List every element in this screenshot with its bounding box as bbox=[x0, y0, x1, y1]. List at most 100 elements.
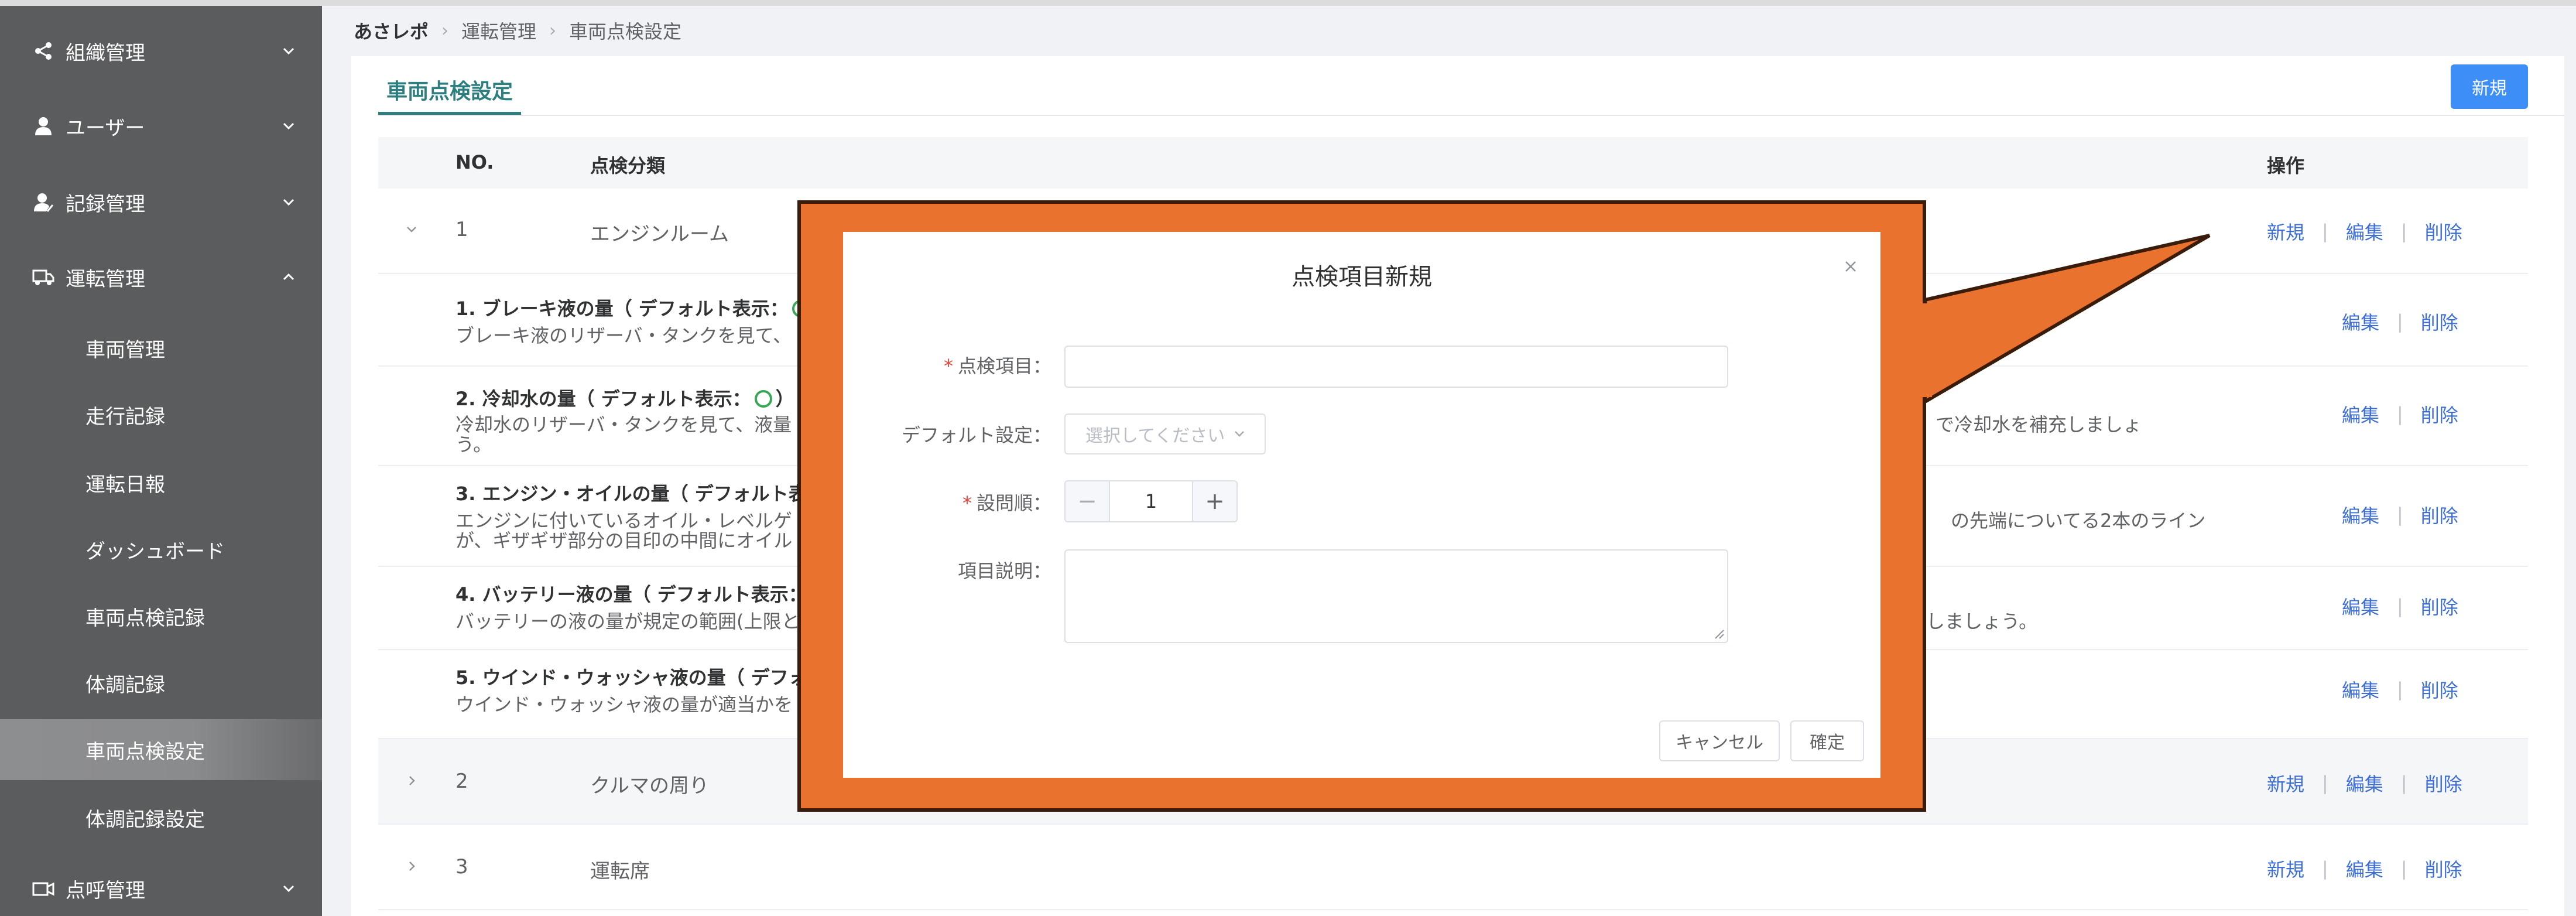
sidebar-group-label: ユーザー bbox=[66, 116, 145, 140]
chevron-right-icon[interactable] bbox=[402, 771, 422, 791]
chevron-down-icon bbox=[279, 41, 299, 61]
sidebar-item-driving-records[interactable]: 走行記録 bbox=[0, 384, 322, 445]
row-actions: 新規 | 編集 | 削除 bbox=[2267, 218, 2462, 245]
breadcrumb-item[interactable]: 運転管理 bbox=[461, 17, 536, 44]
decrement-button[interactable]: − bbox=[1066, 481, 1110, 521]
item-description-tail: で冷却水を補充しましょ bbox=[1936, 413, 2142, 436]
edit-link[interactable]: 編集 bbox=[2342, 676, 2379, 703]
sidebar-group-label: 組織管理 bbox=[66, 41, 145, 65]
item-description-tail: 意しましょう。 bbox=[1907, 610, 2038, 633]
chevron-down-icon bbox=[279, 116, 299, 136]
sidebar-item-daily-report[interactable]: 運転日報 bbox=[0, 452, 322, 513]
default-setting-select[interactable]: 選択してください bbox=[1064, 413, 1266, 454]
item-title-end: ） bbox=[775, 388, 794, 410]
chevron-down-icon bbox=[1231, 425, 1248, 443]
chevron-down-icon[interactable] bbox=[402, 219, 422, 239]
order-value[interactable]: 1 bbox=[1110, 481, 1192, 521]
table-header: NO. 点検分類 操作 bbox=[378, 137, 2528, 189]
sidebar-item-vehicle-inspection-settings[interactable]: 車両点検設定 bbox=[0, 719, 322, 780]
delete-link[interactable]: 削除 bbox=[2425, 855, 2462, 882]
row-no: 3 bbox=[455, 855, 468, 879]
edit-link[interactable]: 編集 bbox=[2342, 501, 2379, 528]
delete-link[interactable]: 削除 bbox=[2421, 676, 2458, 703]
sidebar-item-dashboard[interactable]: ダッシュボード bbox=[0, 519, 322, 580]
breadcrumb-home[interactable]: あさレポ bbox=[354, 17, 429, 44]
item-description-tail: の先端についてる2本のライン bbox=[1951, 510, 2206, 532]
edit-link[interactable]: 編集 bbox=[2342, 593, 2379, 620]
item-description: エンジンに付いているオイル・レベルゲ bbox=[455, 510, 793, 532]
sidebar-group-driving[interactable]: 運転管理 bbox=[0, 251, 322, 303]
chevron-down-icon bbox=[279, 879, 299, 898]
breadcrumb: あさレポ › 運転管理 › 車両点検設定 bbox=[354, 18, 681, 43]
confirm-button[interactable]: 確定 bbox=[1790, 720, 1864, 761]
item-title: 1. ブレーキ液の量（ デフォルト表示： bbox=[455, 294, 813, 321]
item-description-line2: う。 bbox=[455, 433, 492, 456]
sidebar-group-label: 記録管理 bbox=[66, 192, 145, 216]
item-field-label-text: 点検項目： bbox=[957, 355, 1051, 377]
dialog-title: 点検項目新規 bbox=[1292, 264, 1432, 290]
sidebar-item-health-records[interactable]: 体調記録 bbox=[0, 652, 322, 713]
item-description: バッテリーの液の量が規定の範囲(上限と bbox=[455, 610, 800, 633]
item-title-text: 1. ブレーキ液の量（ デフォルト表示： bbox=[455, 298, 789, 320]
user-icon bbox=[32, 114, 55, 138]
row-category: 運転席 bbox=[590, 860, 650, 883]
chevron-up-icon bbox=[279, 267, 299, 287]
action-separator: | bbox=[2322, 857, 2328, 880]
sidebar-group-label: 点呼管理 bbox=[66, 879, 145, 903]
row-actions: 編集 | 削除 bbox=[2342, 501, 2458, 528]
new-item-link[interactable]: 新規 bbox=[2267, 218, 2304, 245]
new-item-link[interactable]: 新規 bbox=[2267, 770, 2304, 797]
delete-link[interactable]: 削除 bbox=[2421, 501, 2458, 528]
action-separator: | bbox=[2397, 678, 2403, 700]
row-category: エンジンルーム bbox=[590, 223, 729, 246]
row-actions: 新規 | 編集 | 削除 bbox=[2267, 770, 2462, 797]
sidebar-group-rollcall[interactable]: 点呼管理 bbox=[0, 862, 322, 915]
required-mark: * bbox=[962, 492, 972, 514]
user-edit-icon bbox=[32, 190, 55, 214]
edit-link[interactable]: 編集 bbox=[2342, 401, 2379, 428]
action-separator: | bbox=[2322, 220, 2328, 242]
description-textarea[interactable] bbox=[1064, 549, 1728, 643]
sidebar-item-health-record-settings[interactable]: 体調記録設定 bbox=[0, 787, 322, 848]
resize-grip-icon[interactable] bbox=[1712, 627, 1725, 640]
item-title: 5. ウインド・ウォッシャ液の量（ デフォ bbox=[455, 667, 807, 689]
increment-button[interactable]: + bbox=[1192, 481, 1236, 521]
delete-link[interactable]: 削除 bbox=[2421, 308, 2458, 335]
item-description: ウインド・ウォッシャ液の量が適当かを bbox=[455, 693, 793, 716]
new-inspection-item-dialog: 点検項目新規 * 点検項目： デフォルト設定： 選択してください * 設問順： − … bbox=[843, 232, 1880, 778]
delete-link[interactable]: 削除 bbox=[2425, 770, 2462, 797]
default-setting-label: デフォルト設定： bbox=[901, 424, 1051, 446]
sidebar-item-vehicle-management[interactable]: 車両管理 bbox=[0, 317, 322, 378]
close-icon[interactable] bbox=[1841, 257, 1861, 276]
cancel-button[interactable]: キャンセル bbox=[1659, 720, 1780, 761]
share-icon bbox=[32, 39, 55, 63]
delete-link[interactable]: 削除 bbox=[2425, 218, 2462, 245]
new-category-button[interactable]: 新規 bbox=[2451, 64, 2528, 109]
row-category: クルマの周り bbox=[590, 774, 709, 798]
sidebar-group-organization[interactable]: 組織管理 bbox=[0, 25, 322, 77]
action-separator: | bbox=[2322, 772, 2328, 794]
item-input[interactable] bbox=[1064, 346, 1728, 388]
sidebar-item-vehicle-inspection-records[interactable]: 車両点検記録 bbox=[0, 586, 322, 647]
delete-link[interactable]: 削除 bbox=[2421, 401, 2458, 428]
new-item-link[interactable]: 新規 bbox=[2267, 855, 2304, 882]
tab-vehicle-inspection-settings[interactable]: 車両点検設定 bbox=[378, 67, 522, 115]
sidebar-group-user[interactable]: ユーザー bbox=[0, 100, 322, 152]
circle-mark-icon bbox=[754, 390, 772, 408]
delete-link[interactable]: 削除 bbox=[2421, 593, 2458, 620]
chevron-right-icon[interactable] bbox=[402, 856, 422, 876]
row-actions: 編集 | 削除 bbox=[2342, 593, 2458, 620]
action-separator: | bbox=[2397, 403, 2403, 425]
edit-link[interactable]: 編集 bbox=[2346, 218, 2383, 245]
sidebar-group-records[interactable]: 記録管理 bbox=[0, 176, 322, 228]
item-title-text: 2. 冷却水の量（ デフォルト表示： bbox=[455, 388, 751, 410]
order-field-label: * 設問順： bbox=[817, 488, 1051, 515]
edit-link[interactable]: 編集 bbox=[2342, 308, 2379, 335]
order-field-label-text: 設問順： bbox=[976, 492, 1051, 514]
required-mark: * bbox=[943, 355, 953, 377]
edit-link[interactable]: 編集 bbox=[2346, 855, 2383, 882]
edit-link[interactable]: 編集 bbox=[2346, 770, 2383, 797]
camera-icon bbox=[32, 877, 55, 900]
action-separator: | bbox=[2400, 772, 2407, 794]
sidebar-group-label: 運転管理 bbox=[66, 267, 145, 291]
